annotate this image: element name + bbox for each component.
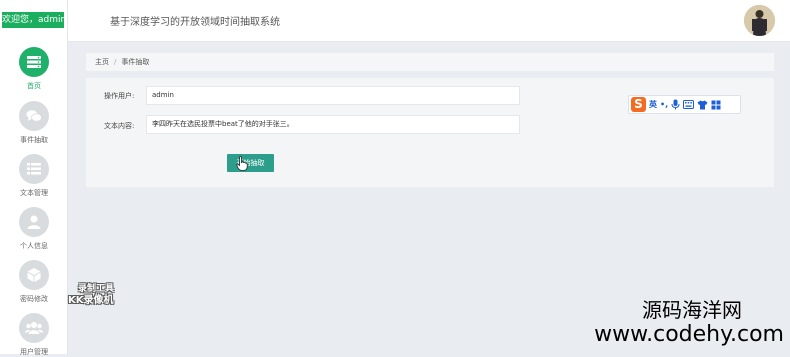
welcome-badge: 欢迎您，admin xyxy=(2,12,66,28)
ime-logo-icon[interactable]: S xyxy=(631,97,646,112)
text-label: 文本内容: xyxy=(104,122,135,130)
site-watermark-name: 源码海洋网 xyxy=(642,298,742,322)
ime-toolbar: S 英 •, xyxy=(628,95,741,114)
sidebar-item-event-extract[interactable]: 事件抽取 xyxy=(0,101,68,145)
shirt-icon[interactable] xyxy=(697,100,708,110)
sidebar-item-label: 个人信息 xyxy=(20,242,48,250)
grid-icon[interactable] xyxy=(711,100,721,110)
sidebar-item-label: 用户管理 xyxy=(20,348,48,356)
recorder-watermark: 录制工具 KK录像机 xyxy=(68,283,114,307)
breadcrumb-current: 事件抽取 xyxy=(121,58,150,66)
sidebar: 欢迎您，admin 首页 事件抽取 文本管理 个人信息 密码修改 用户管理 xyxy=(0,0,68,357)
server-icon xyxy=(19,47,49,77)
user-label: 操作用户: xyxy=(104,92,135,100)
sidebar-item-profile[interactable]: 个人信息 xyxy=(0,207,68,251)
ime-punct-toggle[interactable]: •, xyxy=(660,100,668,109)
users-icon xyxy=(19,313,49,343)
system-title: 基于深度学习的开放领域时间抽取系统 xyxy=(110,17,280,28)
breadcrumb-home[interactable]: 主页 xyxy=(95,58,109,66)
top-header: 基于深度学习的开放领域时间抽取系统 xyxy=(68,0,790,42)
sidebar-item-home[interactable]: 首页 xyxy=(0,47,68,91)
avatar[interactable] xyxy=(744,5,775,36)
mic-icon[interactable] xyxy=(671,99,680,110)
text-content-field[interactable]: 李四昨天在选民投票中beat了他的对手张三。 xyxy=(146,115,520,134)
keyboard-icon[interactable] xyxy=(683,100,695,109)
recorder-watermark-line1: 录制工具 xyxy=(78,284,115,294)
recorder-watermark-line2: KK录像机 xyxy=(68,295,114,306)
site-watermark: 源码海洋网 www.codehy.com xyxy=(594,298,784,348)
start-extract-button[interactable]: 开始抽取 xyxy=(227,154,274,172)
chat-icon xyxy=(19,101,49,131)
list-icon xyxy=(19,154,49,184)
sidebar-item-label: 事件抽取 xyxy=(20,136,48,144)
breadcrumb: 主页 / 事件抽取 xyxy=(86,53,774,71)
breadcrumb-separator: / xyxy=(114,58,117,66)
hand-cursor-icon xyxy=(236,156,248,171)
user-icon xyxy=(19,207,49,237)
site-watermark-url: www.codehy.com xyxy=(594,322,784,347)
sidebar-item-label: 首页 xyxy=(27,82,41,90)
sidebar-item-text-manage[interactable]: 文本管理 xyxy=(0,154,68,198)
cube-icon xyxy=(19,260,49,290)
sidebar-item-users[interactable]: 用户管理 xyxy=(0,313,68,357)
user-field[interactable]: admin xyxy=(146,86,520,105)
sidebar-item-label: 文本管理 xyxy=(20,189,48,197)
ime-lang-toggle[interactable]: 英 xyxy=(649,99,657,110)
sidebar-item-password[interactable]: 密码修改 xyxy=(0,260,68,304)
sidebar-item-label: 密码修改 xyxy=(20,295,48,303)
